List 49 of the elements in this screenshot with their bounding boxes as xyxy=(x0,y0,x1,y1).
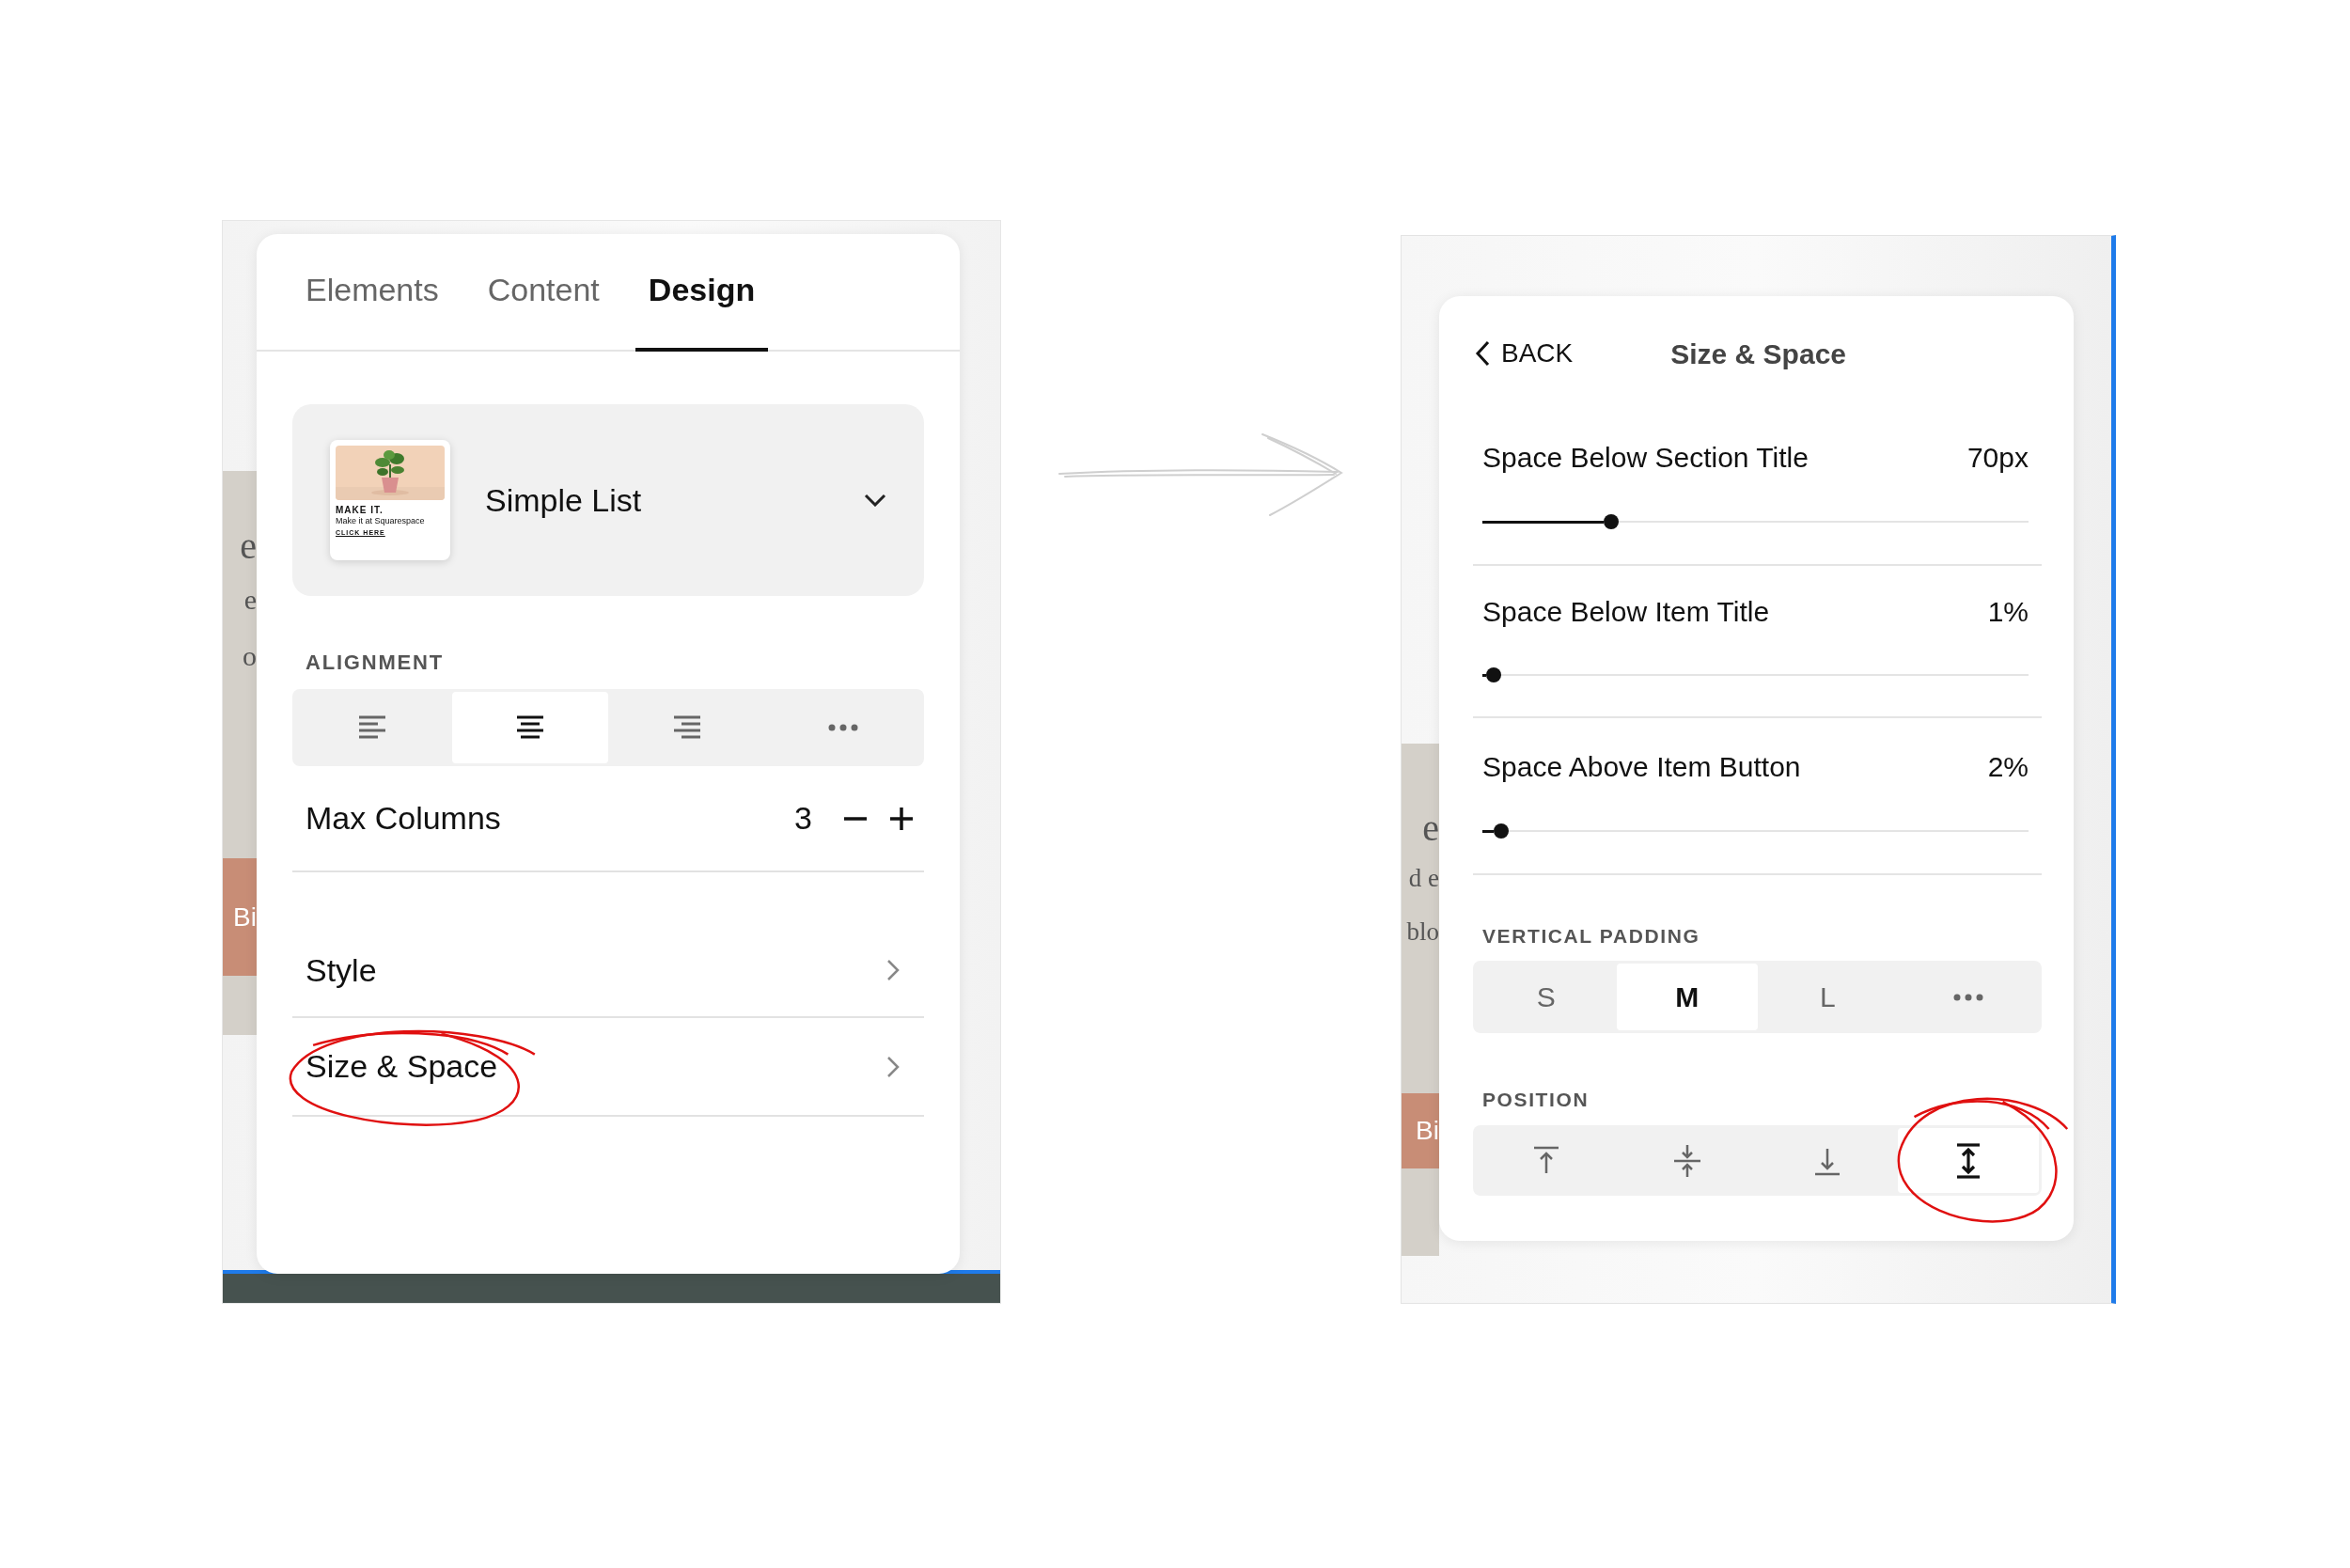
slider-thumb[interactable] xyxy=(1603,514,1619,529)
thumbnail-text: Make it at Squarespace xyxy=(336,516,426,527)
padding-option[interactable]: L xyxy=(1757,964,1899,1030)
slider-value: 70px xyxy=(1966,442,2029,474)
slider-label: Space Below Item Title xyxy=(1482,596,1770,628)
tab[interactable]: Elements xyxy=(292,234,452,352)
chevron-down-icon xyxy=(864,494,886,507)
section-label: POSITION xyxy=(1481,1089,1590,1111)
position-option[interactable] xyxy=(1898,1128,2039,1193)
page-text: e xyxy=(1422,809,1439,847)
slider-thumb[interactable] xyxy=(1494,823,1510,839)
chevron-right-icon xyxy=(886,959,900,981)
tab[interactable]: Content xyxy=(474,234,613,352)
page-text: e xyxy=(240,527,257,565)
menu-item[interactable]: Size & Space xyxy=(292,1043,924,1090)
page-text: d e xyxy=(1408,866,1439,891)
padding-option[interactable]: S xyxy=(1476,964,1617,1030)
chevron-left-icon xyxy=(1475,340,1490,367)
minus-icon[interactable] xyxy=(844,816,867,821)
slider-value: 2% xyxy=(1987,751,2029,783)
back-button[interactable]: BACK xyxy=(1475,334,1574,373)
layout-name: Simple List xyxy=(485,480,643,520)
page-text: o xyxy=(243,642,257,670)
chevron-right-icon xyxy=(886,1055,900,1078)
section-label: VERTICAL PADDING xyxy=(1481,925,1701,948)
page-text: blo xyxy=(1406,919,1439,945)
panel-title: Size & Space xyxy=(1670,337,1846,371)
column-count: 3 xyxy=(794,799,812,838)
align-right-icon xyxy=(672,715,701,740)
tab[interactable]: Design xyxy=(634,234,769,352)
slider-track[interactable] xyxy=(1482,822,2029,840)
slider-thumb[interactable] xyxy=(1485,667,1501,682)
thumbnail-heading: MAKE IT. xyxy=(336,505,384,516)
more-icon xyxy=(827,724,858,731)
menu-item[interactable]: Style xyxy=(292,946,924,995)
field-label: Max Columns xyxy=(306,799,502,838)
slider-label: Space Below Section Title xyxy=(1482,442,1809,474)
padding-option[interactable]: M xyxy=(1616,964,1758,1030)
slider-value: 1% xyxy=(1987,596,2029,628)
slider-track[interactable] xyxy=(1482,666,2029,684)
slider-track[interactable] xyxy=(1482,512,2029,531)
slider-label: Space Above Item Button xyxy=(1482,751,1801,783)
more-icon xyxy=(1953,993,1984,1001)
plus-icon[interactable] xyxy=(890,807,913,830)
align-left-icon xyxy=(359,715,388,740)
page-text: e xyxy=(243,586,257,614)
section-label: ALIGNMENT xyxy=(305,651,445,674)
alignment-option[interactable] xyxy=(451,692,608,763)
align-center-icon xyxy=(515,715,544,740)
